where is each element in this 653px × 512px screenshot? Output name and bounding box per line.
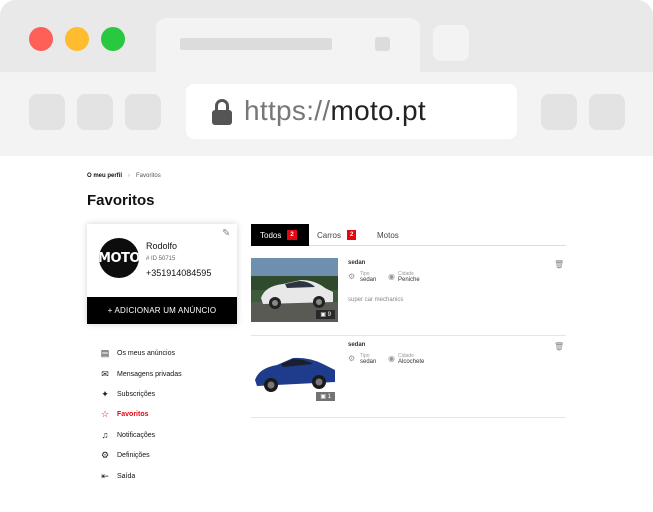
city-field: Cidade Peniche xyxy=(398,271,420,283)
listing-card[interactable]: ▣ 1 sedan ⚙ Tipo sedan ◉ Cidade Alcochete … xyxy=(251,340,566,418)
gear-icon: ⚙ xyxy=(348,354,356,363)
url-text: https://moto.pt xyxy=(244,95,426,127)
profile-id: # ID 50715 xyxy=(146,256,176,262)
add-listing-button[interactable]: + ADICIONAR UM ANÚNCIO xyxy=(87,297,237,324)
car-photo[interactable]: ▣ 1 xyxy=(251,340,338,404)
photo-count: ▣ 9 xyxy=(316,310,335,319)
sidebar-item-label: Subscrições xyxy=(117,390,156,398)
close-window-button[interactable] xyxy=(29,27,53,51)
tab-strip xyxy=(0,0,653,74)
listing-title[interactable]: sedan xyxy=(348,342,365,348)
browser-window: https://moto.pt O meu perfil › Favoritos F… xyxy=(0,0,653,512)
sidebar-item-label: Favoritos xyxy=(117,410,149,418)
sidebar-item-subscriptions[interactable]: ✦ Subscrições xyxy=(99,387,155,401)
url-scheme: https:// xyxy=(244,95,331,126)
lock-icon xyxy=(212,99,232,125)
url-host: moto.pt xyxy=(330,95,426,126)
listing-card[interactable]: ▣ 9 sedan ⚙ Tipo sedan ◉ Cidade Peniche su… xyxy=(251,258,566,336)
favorites-tabs: Todos 2 Carros 2 Motos xyxy=(251,224,566,246)
count-badge: 2 xyxy=(347,230,357,240)
breadcrumb: O meu perfil › Favoritos xyxy=(87,173,161,179)
tab-motorcycles[interactable]: Motos xyxy=(368,224,408,246)
camera-icon: ▣ xyxy=(320,394,328,400)
tab-title-placeholder xyxy=(180,38,332,50)
sidebar-item-label: Os meus anúncios xyxy=(117,349,175,357)
sidebar-item-label: Definições xyxy=(117,451,150,459)
camera-icon: ▣ xyxy=(320,312,328,318)
menu-button[interactable] xyxy=(589,94,625,130)
tab-label: Carros xyxy=(317,230,342,240)
profile-phone: +351914084595 xyxy=(146,268,212,278)
sidebar-item-label: Notificações xyxy=(117,431,156,439)
page-title: Favoritos xyxy=(87,192,155,209)
photo-count: ▣ 1 xyxy=(316,392,335,401)
trash-icon[interactable]: 🗑 xyxy=(554,342,564,351)
sidebar-item-label: Saída xyxy=(117,472,136,480)
count-badge: 2 xyxy=(287,230,297,240)
trash-icon[interactable]: 🗑 xyxy=(554,260,564,269)
breadcrumb-home[interactable]: O meu perfil xyxy=(87,173,122,179)
chat-icon: ✉ xyxy=(101,368,109,379)
tab-label: Motos xyxy=(377,230,399,240)
logout-icon: ⇤ xyxy=(101,470,109,481)
type-field: Tipo sedan xyxy=(360,353,376,365)
sidebar-item-notifications[interactable]: ♫ Notificações xyxy=(99,428,156,442)
star-icon: ☆ xyxy=(100,408,110,419)
sidebar-item-messages[interactable]: ✉ Mensagens privadas xyxy=(99,367,182,381)
breadcrumb-current: Favoritos xyxy=(136,173,161,179)
back-button[interactable] xyxy=(29,94,65,130)
avatar: MOTO xyxy=(99,238,139,278)
minimize-window-button[interactable] xyxy=(65,27,89,51)
extension-button[interactable] xyxy=(541,94,577,130)
clipboard-icon: ▤ xyxy=(100,347,110,358)
tab-close-icon[interactable] xyxy=(375,37,390,51)
city-field: Cidade Alcochete xyxy=(398,353,424,365)
pencil-icon[interactable]: ✎ xyxy=(222,228,234,240)
type-value: sedan xyxy=(360,277,377,283)
tab-label: Todos xyxy=(260,230,282,240)
tab-cars[interactable]: Carros 2 xyxy=(308,224,365,246)
sidebar-item-label: Mensagens privadas xyxy=(117,370,182,378)
pin-icon: ✦ xyxy=(101,388,109,399)
location-pin-icon: ◉ xyxy=(388,272,395,281)
forward-button[interactable] xyxy=(77,94,113,130)
sidebar-item-logout[interactable]: ⇤ Saída xyxy=(99,469,135,483)
listing-title[interactable]: sedan xyxy=(348,260,365,266)
new-tab-button[interactable] xyxy=(433,25,469,61)
photo-count-value: 1 xyxy=(327,394,331,400)
address-bar[interactable]: https://moto.pt xyxy=(186,84,517,139)
tab-all[interactable]: Todos 2 xyxy=(251,224,309,246)
city-value: Alcochete xyxy=(398,359,425,365)
maximize-window-button[interactable] xyxy=(101,27,125,51)
type-field: Tipo sedan xyxy=(360,271,376,283)
profile-name: Rodolfo xyxy=(146,241,178,251)
chevron-right-icon: › xyxy=(128,173,131,179)
sidebar-item-my-listings[interactable]: ▤ Os meus anúncios xyxy=(99,346,175,360)
photo-count-value: 9 xyxy=(327,312,331,318)
city-value: Peniche xyxy=(398,277,420,283)
car-photo[interactable]: ▣ 9 xyxy=(251,258,338,322)
location-pin-icon: ◉ xyxy=(388,354,395,363)
browser-tab[interactable] xyxy=(156,18,420,74)
page-content: O meu perfil › Favoritos Favoritos MOTO Ro… xyxy=(0,156,653,512)
reload-button[interactable] xyxy=(125,94,161,130)
gear-icon: ⚙ xyxy=(100,449,110,460)
sidebar-item-favorites[interactable]: ☆ Favoritos xyxy=(99,407,149,421)
bell-icon: ♫ xyxy=(101,430,109,440)
gear-icon: ⚙ xyxy=(348,272,356,281)
type-value: sedan xyxy=(360,359,377,365)
avatar-logo-text: MOTO xyxy=(99,250,139,266)
profile-card: MOTO Rodolfo # ID 50715 +351914084595 ✎ … xyxy=(87,224,237,324)
sidebar-item-settings[interactable]: ⚙ Definições xyxy=(99,448,150,462)
listing-description: super car mechanics xyxy=(348,297,404,303)
